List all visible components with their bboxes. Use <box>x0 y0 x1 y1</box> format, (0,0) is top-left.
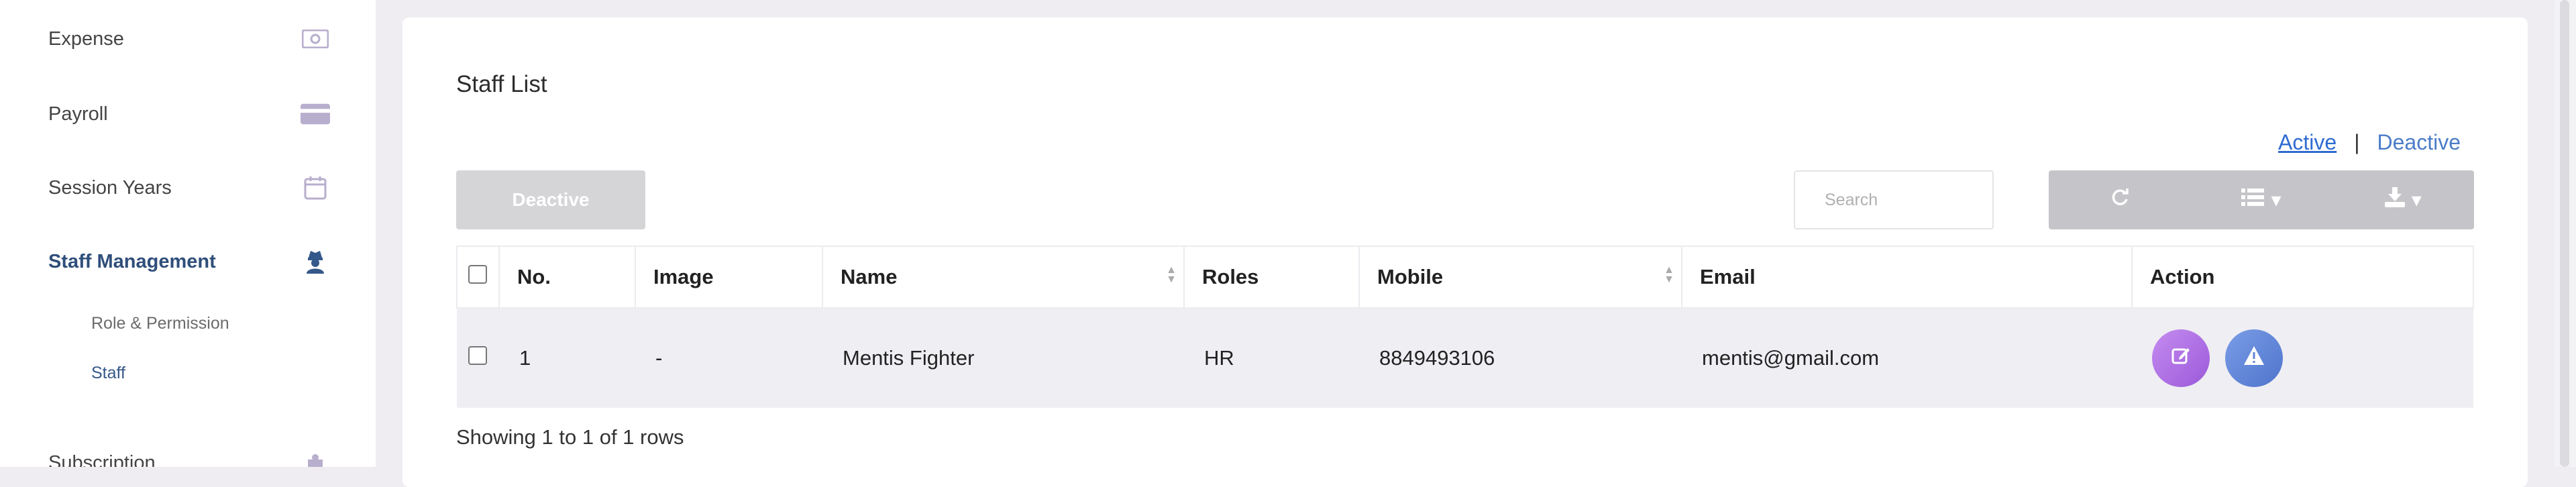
table-row: 1 - Mentis Fighter HR 8849493106 mentis@… <box>457 308 2473 408</box>
column-header-mobile[interactable]: Mobile ▲ ▼ <box>1358 246 1682 309</box>
table-toolbar: ▾ ▾ <box>2049 170 2474 229</box>
caret-down-icon: ▾ <box>2271 188 2282 211</box>
select-all-checkbox[interactable] <box>468 265 487 284</box>
row-select-cell <box>457 308 499 408</box>
column-header-action: Action <box>2131 246 2474 309</box>
edit-button[interactable] <box>2152 329 2210 387</box>
export-button[interactable]: ▾ <box>2332 170 2474 229</box>
staff-table: No. Image Name ▲ ▼ Roles Mobile ▲ ▼ Email Ac… <box>456 246 2474 408</box>
sort-icon: ▲ ▼ <box>1166 264 1177 285</box>
status-separator: | <box>2354 130 2360 154</box>
calendar-icon <box>301 173 330 203</box>
column-header-name[interactable]: Name ▲ ▼ <box>822 246 1185 309</box>
sidebar-item-label: Session Years <box>48 176 172 199</box>
sidebar-item-label: Staff Management <box>48 250 216 272</box>
column-header-roles: Roles <box>1183 246 1360 309</box>
column-header-email: Email <box>1681 246 2133 309</box>
deactivate-warning-button[interactable] <box>2224 329 2283 387</box>
column-header-image: Image <box>635 246 823 309</box>
page-title: Staff List <box>456 71 547 97</box>
refresh-icon <box>2110 187 2130 213</box>
active-filter-link[interactable]: Active <box>2278 130 2337 155</box>
sidebar-item-payroll[interactable]: Payroll <box>48 94 330 134</box>
deactive-filter-link[interactable]: Deactive <box>2377 130 2461 155</box>
column-header-no: No. <box>498 246 636 309</box>
search-input[interactable] <box>1794 170 1994 229</box>
cell-no: 1 <box>499 308 635 408</box>
cell-role: HR <box>1184 308 1359 408</box>
cell-image: - <box>635 308 822 408</box>
refresh-button[interactable] <box>2049 170 2190 229</box>
column-header-label: Mobile <box>1377 265 1444 288</box>
select-all-cell <box>456 246 500 309</box>
list-icon <box>2241 188 2265 211</box>
warning-icon <box>2243 345 2265 371</box>
sidebar-item-staff-management[interactable]: Staff Management <box>48 241 330 282</box>
table-header-row: No. Image Name ▲ ▼ Roles Mobile ▲ ▼ Email Ac… <box>456 246 2474 309</box>
sort-icon: ▲ ▼ <box>1664 264 1674 285</box>
sidebar-item-label: Payroll <box>48 103 108 125</box>
sidebar-subitem-role-permission[interactable]: Role & Permission <box>91 314 229 333</box>
page-scrollbar[interactable] <box>2555 0 2576 467</box>
columns-toggle-button[interactable]: ▾ <box>2190 170 2332 229</box>
caret-down-icon: ▾ <box>2411 188 2422 211</box>
deactive-button[interactable]: Deactive <box>456 170 645 229</box>
money-bill-icon <box>301 24 330 54</box>
cell-mobile: 8849493106 <box>1359 308 1682 408</box>
pagination-info: Showing 1 to 1 of 1 rows <box>456 425 684 449</box>
column-header-label: Name <box>841 265 898 288</box>
status-filter: Active | Deactive <box>2278 130 2461 155</box>
user-secret-icon <box>301 247 330 276</box>
download-icon <box>2384 187 2405 213</box>
staff-list-card: Staff List Active | Deactive Deactive ▾ … <box>402 17 2528 487</box>
cell-email: mentis@gmail.com <box>1682 308 2132 408</box>
sidebar-item-session-years[interactable]: Session Years <box>48 168 330 208</box>
edit-icon <box>2171 345 2191 371</box>
cell-action <box>2132 308 2473 408</box>
sidebar-item-subscription[interactable]: Subscription <box>48 443 330 467</box>
sidebar-item-expense[interactable]: Expense <box>48 19 330 59</box>
sidebar-item-label: Subscription <box>48 451 156 468</box>
sidebar: Expense Payroll Session Years Staff Mana… <box>0 0 376 467</box>
cell-name: Mentis Fighter <box>822 308 1184 408</box>
row-checkbox[interactable] <box>468 346 487 365</box>
credit-card-icon <box>301 99 330 129</box>
sidebar-subitem-staff[interactable]: Staff <box>91 364 125 383</box>
scrollbar-thumb[interactable] <box>2560 0 2569 467</box>
puzzle-icon <box>301 448 330 467</box>
sidebar-item-label: Expense <box>48 28 124 50</box>
